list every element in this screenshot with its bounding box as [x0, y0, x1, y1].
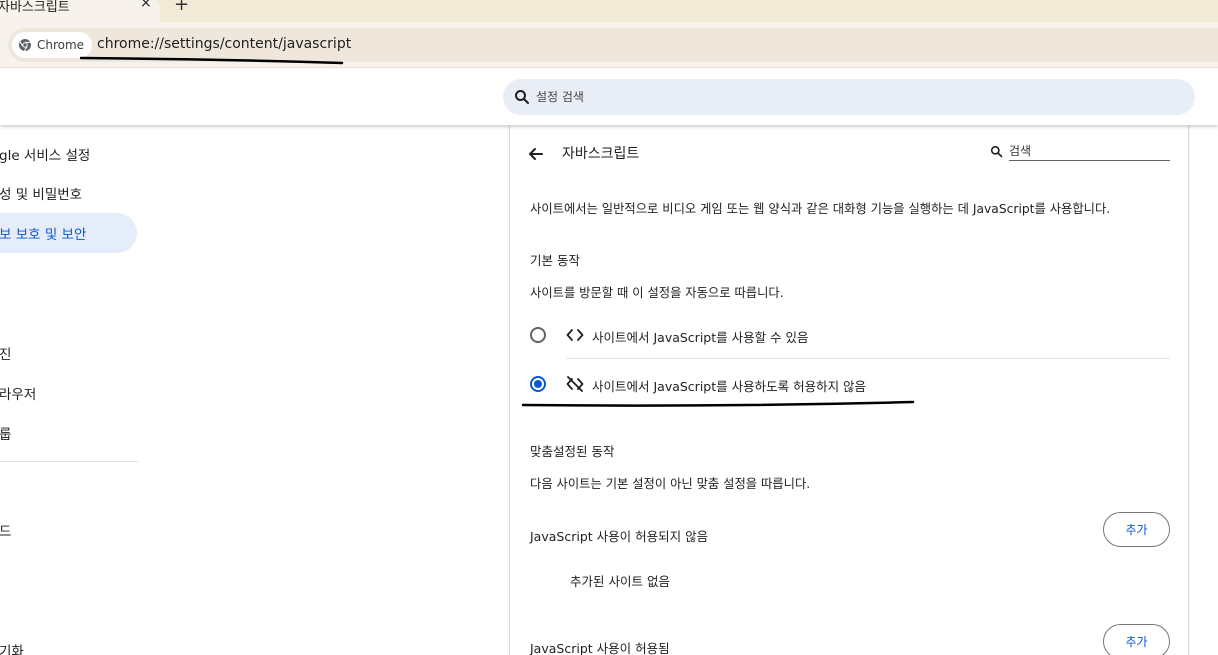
settings-search-input[interactable] [536, 90, 1136, 104]
radio-button[interactable] [530, 327, 546, 343]
custom-behavior-sub: 다음 사이트는 기본 설정이 아닌 맞춤 설정을 따릅니다. [530, 477, 811, 491]
page-search-input[interactable] [1009, 142, 1170, 161]
row-divider [566, 358, 1170, 359]
chip-label: Chrome [37, 38, 85, 52]
code-icon [566, 329, 584, 341]
sidebar-item-privacy-label[interactable]: 보 보호 및 보안 [0, 223, 86, 243]
sidebar-item-reset[interactable]: 기화 [0, 640, 24, 655]
code-off-icon [566, 376, 584, 392]
tab-close-icon[interactable]: × [140, 0, 152, 11]
sidebar-divider [0, 461, 138, 462]
blocked-empty-text: 추가된 사이트 없음 [570, 574, 670, 589]
radio-allow-javascript[interactable]: 사이트에서 JavaScript를 사용할 수 있음 [528, 315, 1170, 355]
sidebar-item-autofill[interactable]: 성 및 비밀번호 [0, 183, 82, 203]
page-search[interactable] [990, 142, 1170, 162]
radio-label: 사이트에서 JavaScript를 사용할 수 있음 [592, 330, 809, 345]
search-icon [990, 145, 1003, 158]
sidebar-item-google-services[interactable]: gle 서비스 설정 [0, 144, 90, 164]
chrome-icon [19, 39, 31, 52]
page-title: 자바스크립트 [562, 146, 640, 162]
sidebar-item-downloads[interactable]: 드 [0, 520, 11, 540]
search-icon [515, 90, 529, 104]
add-blocked-site-button[interactable]: 추가 [1103, 512, 1170, 547]
radio-block-javascript[interactable]: 사이트에서 JavaScript를 사용하도록 허용하지 않음 [528, 364, 1170, 404]
settings-search[interactable] [503, 79, 1195, 115]
radio-label: 사이트에서 JavaScript를 사용하도록 허용하지 않음 [592, 379, 867, 394]
settings-header [0, 69, 1218, 125]
tab-title: 자바스크립트 [0, 0, 70, 15]
sidebar-item-default-browser[interactable]: 라우저 [0, 383, 36, 403]
page-description: 사이트에서는 일반적으로 비디오 게임 또는 웹 양식과 같은 대화형 기능을 … [530, 202, 1111, 216]
allowed-list-title: JavaScript 사용이 허용됨 [530, 641, 670, 655]
radio-underline-annotation [521, 400, 915, 407]
radio-button-checked[interactable] [530, 376, 546, 392]
sidebar-item-on-startup[interactable]: 룹 [0, 423, 11, 443]
javascript-settings-card: 자바스크립트 사이트에서는 일반적으로 비디오 게임 또는 웹 양식과 같은 대… [509, 125, 1189, 655]
back-arrow-icon[interactable] [526, 144, 546, 164]
sidebar-item-performance[interactable]: 진 [0, 343, 11, 363]
add-allowed-site-button[interactable]: 추가 [1103, 624, 1170, 655]
custom-behavior-heading: 맞춤설정된 동작 [530, 444, 615, 459]
blocked-list-title: JavaScript 사용이 허용되지 않음 [530, 529, 709, 544]
default-behavior-sub: 사이트를 방문할 때 이 설정을 자동으로 따릅니다. [530, 286, 784, 300]
new-tab-icon[interactable]: + [174, 0, 189, 15]
default-behavior-heading: 기본 동작 [530, 253, 580, 268]
tab-javascript[interactable]: 자바스크립트 × [0, 0, 160, 22]
tab-strip: 자바스크립트 × + [0, 0, 1218, 22]
url-underline-annotation [80, 56, 344, 65]
url-text[interactable]: chrome://settings/content/javascript [97, 36, 351, 52]
